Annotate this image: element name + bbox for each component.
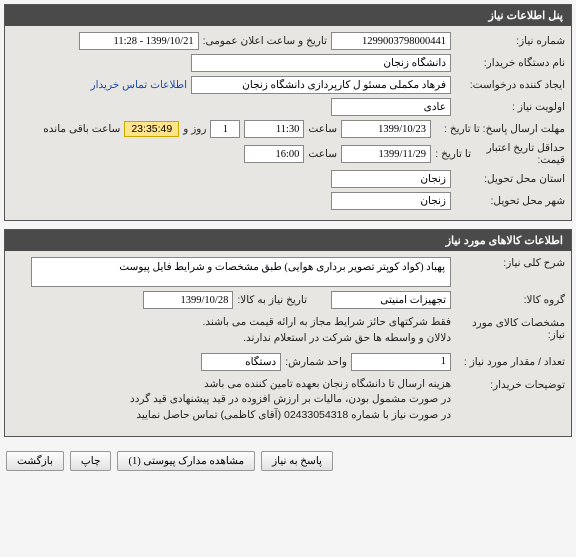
province-label: استان محل تحویل: (455, 173, 565, 185)
city-input[interactable] (331, 192, 451, 210)
back-label: بازگشت (17, 455, 53, 467)
print-button[interactable]: چاپ (70, 451, 112, 471)
back-button[interactable]: بازگشت (6, 451, 64, 471)
panel2-header: اطلاعات کالاهای مورد نیاز (5, 230, 571, 251)
announce-input[interactable] (79, 32, 199, 50)
announce-label: تاریخ و ساعت اعلان عمومی: (203, 35, 327, 47)
qty-label: تعداد / مقدار مورد نیاز : (455, 356, 565, 368)
qty-input[interactable] (351, 353, 451, 371)
panel1-body: شماره نیاز: تاریخ و ساعت اعلان عمومی: نا… (5, 26, 571, 220)
attachments-label: مشاهده مدارک پیوستی (1) (128, 455, 244, 467)
unit-label: واحد شمارش: (285, 356, 347, 368)
priority-input[interactable] (331, 98, 451, 116)
time-label-2: ساعت (308, 148, 337, 160)
desc-label: شرح کلی نیاز: (455, 257, 565, 269)
deadline-time-input[interactable] (244, 120, 304, 138)
action-bar: پاسخ به نیاز مشاهده مدارک پیوستی (1) چاپ… (4, 445, 572, 477)
spec-notes: فقط شرکتهای حائز شرایط مجاز به ارائه قیم… (31, 313, 451, 349)
priority-label: اولویت نیاز : (455, 101, 565, 113)
buyer-notes: هزینه ارسال تا دانشگاه زنجان بعهده تامین… (31, 375, 451, 426)
req-no-label: شماره نیاز: (455, 35, 565, 47)
deadline-date-input[interactable] (341, 120, 431, 138)
spec-line2: دلالان و واسطه ها حق شرکت در استعلام ندا… (31, 331, 451, 347)
panel1-header: پنل اطلاعات نیاز (5, 5, 571, 26)
attachments-button[interactable]: مشاهده مدارک پیوستی (1) (117, 451, 255, 471)
need-info-panel: پنل اطلاعات نیاز شماره نیاز: تاریخ و ساع… (4, 4, 572, 221)
creator-label: ایجاد کننده درخواست: (455, 79, 565, 91)
buyer-notes-line2: در صورت مشمول بودن، مالیات بر ارزش افزود… (31, 392, 451, 408)
buyer-notes-line1: هزینه ارسال تا دانشگاه زنجان بعهده تامین… (31, 377, 451, 393)
remaining-label: ساعت باقی مانده (43, 123, 120, 135)
contact-link[interactable]: اطلاعات تماس خریدار (91, 79, 187, 91)
buyer-notes-line3: در صورت نیاز با شماره 02433054318 (آقای … (31, 408, 451, 424)
validity-label: حداقل تاریخ اعتبار قیمت: (475, 142, 565, 166)
spec-line1: فقط شرکتهای حائز شرایط مجاز به ارائه قیم… (31, 315, 451, 331)
spec-label: مشخصات کالای مورد نیاز: (455, 313, 565, 341)
days-label: روز و (183, 123, 206, 135)
province-input[interactable] (331, 170, 451, 188)
countdown-badge: 23:35:49 (124, 121, 179, 137)
respond-label: پاسخ به نیاز (272, 455, 322, 467)
time-label-1: ساعت (308, 123, 337, 135)
req-no-input[interactable] (331, 32, 451, 50)
buyer-notes-label: توضیحات خریدار: (455, 375, 565, 391)
respond-button[interactable]: پاسخ به نیاز (261, 451, 333, 471)
group-label: گروه کالا: (455, 294, 565, 306)
print-label: چاپ (81, 455, 101, 467)
need-date-input[interactable] (143, 291, 233, 309)
goods-info-panel: اطلاعات کالاهای مورد نیاز شرح کلی نیاز: … (4, 229, 572, 437)
desc-textarea[interactable] (31, 257, 451, 287)
creator-input[interactable] (191, 76, 451, 94)
panel2-body: شرح کلی نیاز: گروه کالا: تاریخ نیاز به ک… (5, 251, 571, 436)
org-input[interactable] (191, 54, 451, 72)
days-input[interactable] (210, 120, 240, 138)
validity-sub-label: تا تاریخ : (435, 148, 471, 160)
org-label: نام دستگاه خریدار: (455, 57, 565, 69)
unit-input[interactable] (201, 353, 281, 371)
validity-date-input[interactable] (341, 145, 431, 163)
validity-time-input[interactable] (244, 145, 304, 163)
deadline-label: مهلت ارسال پاسخ: تا تاریخ : (435, 123, 565, 135)
group-input[interactable] (331, 291, 451, 309)
city-label: شهر محل تحویل: (455, 195, 565, 207)
need-date-label: تاریخ نیاز به کالا: (237, 294, 307, 306)
